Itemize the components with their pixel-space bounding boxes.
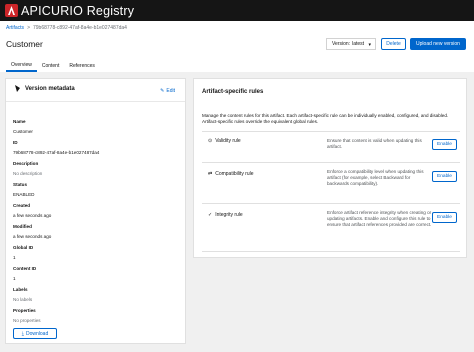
rules-bottom-divider — [202, 251, 460, 252]
apicurio-logo-icon — [5, 4, 18, 17]
delete-button[interactable]: Delete — [381, 38, 406, 50]
version-select-value: latest — [352, 41, 365, 47]
breadcrumb-artifacts-link[interactable]: Artifacts — [6, 25, 24, 31]
tab-bar: Overview Content References — [6, 59, 100, 72]
tab-references[interactable]: References — [64, 59, 100, 72]
field-description-value: No description — [13, 171, 43, 176]
field-description: Description No description — [13, 161, 42, 176]
version-select[interactable]: Version: latest ▾ — [326, 38, 376, 50]
rule-label-integrity: Integrity rule — [215, 212, 243, 218]
rules-title: Artifact-specific rules — [202, 89, 264, 95]
tab-content[interactable]: Content — [37, 59, 65, 72]
field-labels-key: Labels — [13, 287, 28, 292]
field-created: Created a few seconds ago — [13, 203, 51, 218]
tab-overview[interactable]: Overview — [6, 59, 37, 72]
field-properties-value: No properties — [13, 318, 41, 323]
enable-integrity-button[interactable]: Enable — [432, 212, 457, 223]
breadcrumb-current: 79b68778-c892-47af-8a4e-b1e027487da4 — [32, 25, 127, 31]
field-content-id: Content ID 1 — [13, 266, 36, 281]
version-select-label: Version: — [332, 41, 351, 47]
artifact-rules-card: Artifact-specific rules Manage the conte… — [193, 78, 467, 258]
breadcrumb-separator: > — [27, 25, 30, 31]
field-status: Status ENABLED — [13, 182, 34, 197]
rule-description-compatibility: Enforce a compatibility level when updat… — [327, 169, 424, 186]
rule-name-compatibility: ⇄ Compatibility rule — [208, 171, 254, 177]
field-id: ID 79b68778-c892-47af-8a4e-b1e027487da4 — [13, 140, 99, 155]
rule-name-validity: ⊙ Validity rule — [208, 138, 241, 144]
pencil-icon: ✎ — [160, 88, 165, 94]
check-circle-icon: ⊙ — [208, 138, 213, 144]
download-icon: ⤓ — [21, 330, 24, 337]
field-global-id-key: Global ID — [13, 245, 34, 250]
field-status-key: Status — [13, 182, 28, 187]
field-content-id-key: Content ID — [13, 266, 37, 271]
rule-row-integrity: ✓ Integrity rule Enforce artifact refere… — [202, 203, 460, 251]
metadata-header: Version metadata — [14, 85, 75, 92]
field-status-value: ENABLED — [13, 192, 35, 197]
page-header: Artifacts > 79b68778-c892-47af-8a4e-b1e0… — [0, 21, 474, 72]
field-created-value: a few seconds ago — [13, 213, 52, 218]
field-modified-key: Modified — [13, 224, 32, 229]
upload-new-version-button[interactable]: Upload new version — [410, 38, 466, 50]
rule-description-integrity: Enforce artifact reference integrity whe… — [327, 210, 432, 227]
download-button[interactable]: ⤓ Download — [13, 328, 57, 339]
rule-label-compatibility: Compatibility rule — [215, 171, 254, 177]
caret-down-icon: ▾ — [368, 42, 371, 48]
field-labels-value: No labels — [13, 297, 33, 302]
field-id-key: ID — [13, 140, 18, 145]
field-name-key: Name — [13, 119, 26, 124]
field-modified: Modified a few seconds ago — [13, 224, 51, 239]
edit-metadata-button[interactable]: ✎ Edit — [160, 88, 175, 94]
metadata-divider — [6, 101, 185, 102]
page-title: Customer — [6, 39, 43, 49]
field-name: Name Customer — [13, 119, 33, 134]
field-id-value: 79b68778-c892-47af-8a4e-b1e027487da4 — [13, 150, 100, 155]
breadcrumb: Artifacts > 79b68778-c892-47af-8a4e-b1e0… — [6, 25, 127, 31]
field-properties-key: Properties — [13, 308, 36, 313]
rule-row-validity: ⊙ Validity rule Ensure that content is v… — [202, 131, 460, 162]
app-brand[interactable]: APICURIO Registry — [21, 4, 134, 18]
field-description-key: Description — [13, 161, 39, 166]
field-content-id-value: 1 — [13, 276, 16, 281]
metadata-title: Version metadata — [25, 85, 75, 92]
check-icon: ✓ — [208, 212, 213, 218]
field-global-id-value: 1 — [13, 255, 16, 260]
field-labels: Labels No labels — [13, 287, 32, 302]
field-properties: Properties No properties — [13, 308, 41, 323]
field-created-key: Created — [13, 203, 31, 208]
artifact-type-icon — [15, 85, 20, 92]
enable-compatibility-button[interactable]: Enable — [432, 171, 457, 182]
field-name-value: Customer — [13, 129, 33, 134]
version-metadata-card: Version metadata ✎ Edit Name Customer ID… — [5, 78, 186, 344]
enable-validity-button[interactable]: Enable — [432, 139, 457, 150]
field-modified-value: a few seconds ago — [13, 234, 52, 239]
edit-label: Edit — [166, 88, 175, 94]
rules-description: Manage the content rules for this artifa… — [202, 113, 449, 124]
download-label: Download — [25, 330, 49, 337]
top-navbar: APICURIO Registry — [0, 0, 474, 21]
rule-name-integrity: ✓ Integrity rule — [208, 212, 243, 218]
rule-row-compatibility: ⇄ Compatibility rule Enforce a compatibi… — [202, 162, 460, 203]
sync-icon: ⇄ — [208, 171, 213, 177]
rule-label-validity: Validity rule — [215, 138, 241, 144]
rule-description-validity: Ensure that content is valid when updati… — [327, 138, 422, 149]
field-global-id: Global ID 1 — [13, 245, 33, 260]
